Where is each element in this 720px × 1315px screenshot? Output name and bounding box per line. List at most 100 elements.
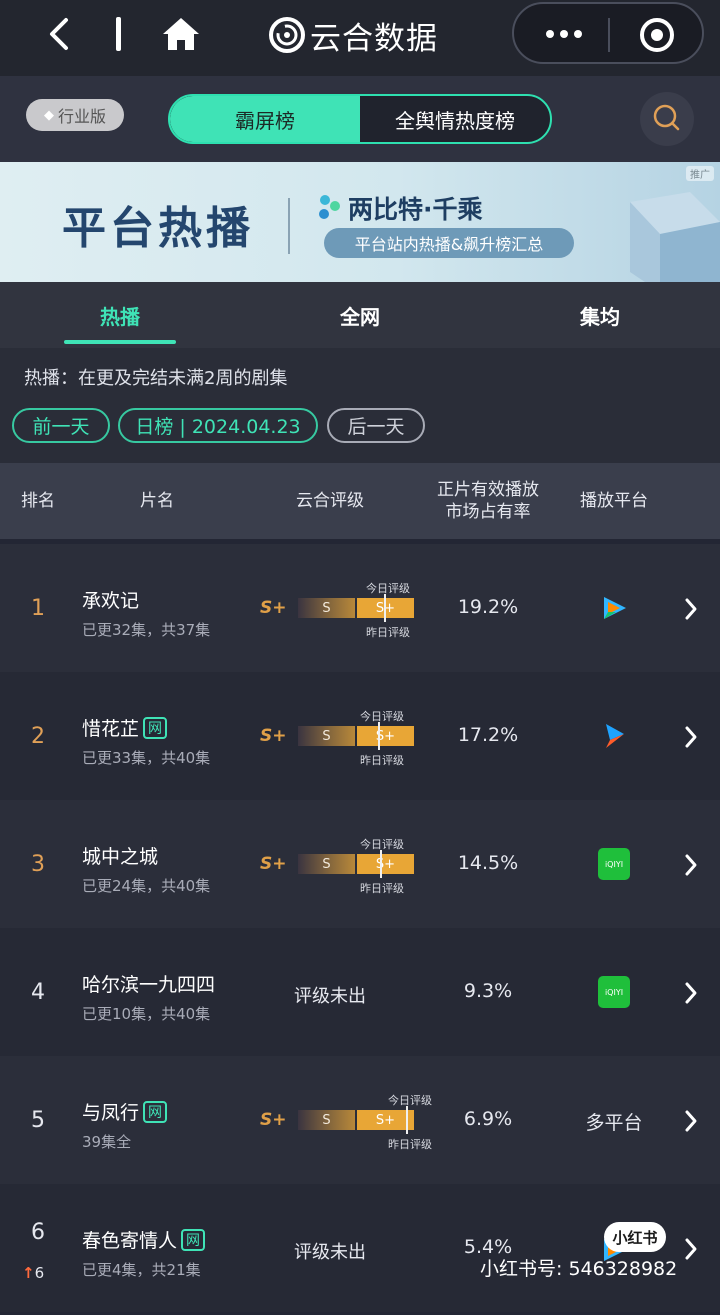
promo-banner[interactable]: 推广 平台热播 两比特·千乘 平台站内热播&飙升榜汇总 [0,162,720,282]
yesterday-rating-label: 昨日评级 [360,882,404,895]
table-header: 排名 片名 云合评级 正片有效播放 市场占有率 播放平台 [0,463,720,539]
show-info: 哈尔滨一九四四 已更10集，共40集 [82,970,215,1024]
table-row[interactable]: 5 与凤行 网 39集全 S+ 今日评级 S S+ 昨日评级 6.9% 多平台 [0,1056,720,1184]
show-title: 与凤行 [82,1102,140,1124]
market-share: 17.2% [457,724,519,746]
episode-count: 已更10集，共40集 [82,1005,211,1023]
rank-number: 3 [31,851,45,877]
episode-count: 已更24集，共40集 [82,877,211,895]
show-title: 承欢记 [82,590,140,612]
yesterday-rating-label: 昨日评级 [366,626,410,639]
rating-marker [378,722,380,750]
iqiyi-icon: iQIYI [598,976,630,1008]
table-row[interactable]: 1 承欢记 已更32集，共37集 S+ 今日评级 S S+ 昨日评级 19.2% [0,544,720,672]
banner-title: 平台热播 [62,203,254,254]
chevron-right-icon[interactable] [682,725,700,749]
today-rating-label: 今日评级 [360,710,404,723]
show-title: 春色寄情人 [82,1230,178,1252]
episode-count: 39集全 [82,1133,132,1151]
column-title: 片名 [140,491,174,511]
filter-bar: 热播：在更及完结未满2周的剧集 前一天 日榜 | 2024.04.23 后一天 [0,348,720,463]
chevron-right-icon[interactable] [682,597,700,621]
episode-count: 已更32集，共37集 [82,621,211,639]
tab-episode-average[interactable]: 集均 [480,282,720,348]
rank-change: ↑6 [22,1264,44,1282]
banner-cube-graphic [630,192,720,282]
rating-marker [406,1106,408,1134]
web-drama-badge: 网 [181,1228,206,1251]
show-info: 与凤行 网 39集全 [82,1098,168,1152]
miniapp-capsule [512,2,704,64]
web-drama-badge: 网 [143,716,168,739]
prev-day-button[interactable]: 前一天 [12,408,110,443]
tab-public-opinion-list[interactable]: 全舆情热度榜 [360,96,550,142]
column-rating: 云合评级 [296,491,364,511]
chevron-right-icon[interactable] [682,1109,700,1133]
table-row[interactable]: 4 哈尔滨一九四四 已更10集，共40集 评级未出 9.3% iQIYI [0,928,720,1056]
next-day-button[interactable]: 后一天 [327,408,425,443]
search-button[interactable] [640,92,694,146]
app-screen: 云合数据 ◆ 行业版 霸屏榜 全舆情热度榜 推广 平台热播 两比特·千乘 平台站… [0,0,720,1315]
rank-number: 5 [31,1107,45,1133]
ranking-switch: 霸屏榜 全舆情热度榜 [168,94,552,144]
rating-gauge: S S+ [298,854,414,874]
capsule-divider [608,18,610,52]
yesterday-rating: S [298,1110,355,1130]
tab-hot-play[interactable]: 热播 [0,282,240,348]
close-miniapp-icon[interactable] [638,16,676,54]
platform-multi: 多平台 [585,1112,643,1134]
tab-all-network[interactable]: 全网 [240,282,480,348]
rating-grade: S+ [260,854,287,874]
yesterday-rating-label: 昨日评级 [360,754,404,767]
market-share: 14.5% [457,852,519,874]
metric-tabs: 热播 全网 集均 [0,282,720,348]
top-nav: 云合数据 [0,0,720,76]
tencent-video-icon [604,597,626,619]
iqiyi-icon: iQIYI [598,848,630,880]
edition-badge[interactable]: ◆ 行业版 [26,99,124,131]
show-title: 哈尔滨一九四四 [82,974,216,996]
rank-number: 1 [31,595,45,621]
yesterday-rating-label: 昨日评级 [388,1138,432,1151]
show-info: 承欢记 已更32集，共37集 [82,586,210,640]
chevron-right-icon[interactable] [682,1237,700,1261]
rating-gauge: S S+ [298,726,414,746]
more-dots-icon[interactable] [542,22,586,46]
web-drama-badge: 网 [143,1100,168,1123]
yesterday-rating: S [298,598,355,618]
rating-pending: 评级未出 [294,1242,366,1263]
rating-gauge: S S+ [298,1110,414,1130]
ad-tag: 推广 [686,166,714,181]
market-share: 6.9% [463,1108,513,1130]
rating-pending: 评级未出 [294,986,366,1007]
rating-marker [384,594,386,622]
show-title: 城中之城 [82,846,159,868]
table-row[interactable]: 3 城中之城 已更24集，共40集 S+ 今日评级 S S+ 昨日评级 14.5… [0,800,720,928]
youku-icon [606,724,624,748]
app-brand: 云合数据 [268,12,438,58]
rating-grade: S+ [260,598,287,618]
yesterday-rating: S [298,726,355,746]
xiaohongshu-logo: 小红书 [604,1222,666,1252]
chevron-right-icon[interactable] [682,981,700,1005]
diamond-icon: ◆ [43,107,54,123]
app-title: 云合数据 [310,20,438,57]
show-info: 惜花芷 网 已更33集，共40集 [82,714,210,768]
table-row[interactable]: 2 惜花芷 网 已更33集，共40集 S+ 今日评级 S S+ 昨日评级 17.… [0,672,720,800]
column-market-share: 正片有效播放 市场占有率 [437,480,539,522]
today-rating: S+ [357,854,414,874]
yesterday-rating: S [298,854,355,874]
yunhe-logo-icon [269,17,305,53]
chevron-right-icon[interactable] [682,853,700,877]
search-icon [653,104,680,131]
episode-count: 已更33集，共40集 [82,749,211,767]
today-rating-label: 今日评级 [366,582,410,595]
rating-grade: S+ [260,1110,287,1130]
watermark-text: 小红书号: 546328982 [480,1258,678,1280]
back-arrow-icon[interactable] [44,14,80,54]
tab-dominance-list[interactable]: 霸屏榜 [170,96,360,142]
rating-grade: S+ [260,726,287,746]
home-icon[interactable] [160,14,202,54]
date-selector[interactable]: 日榜 | 2024.04.23 [118,408,318,443]
rating-marker [380,850,382,878]
